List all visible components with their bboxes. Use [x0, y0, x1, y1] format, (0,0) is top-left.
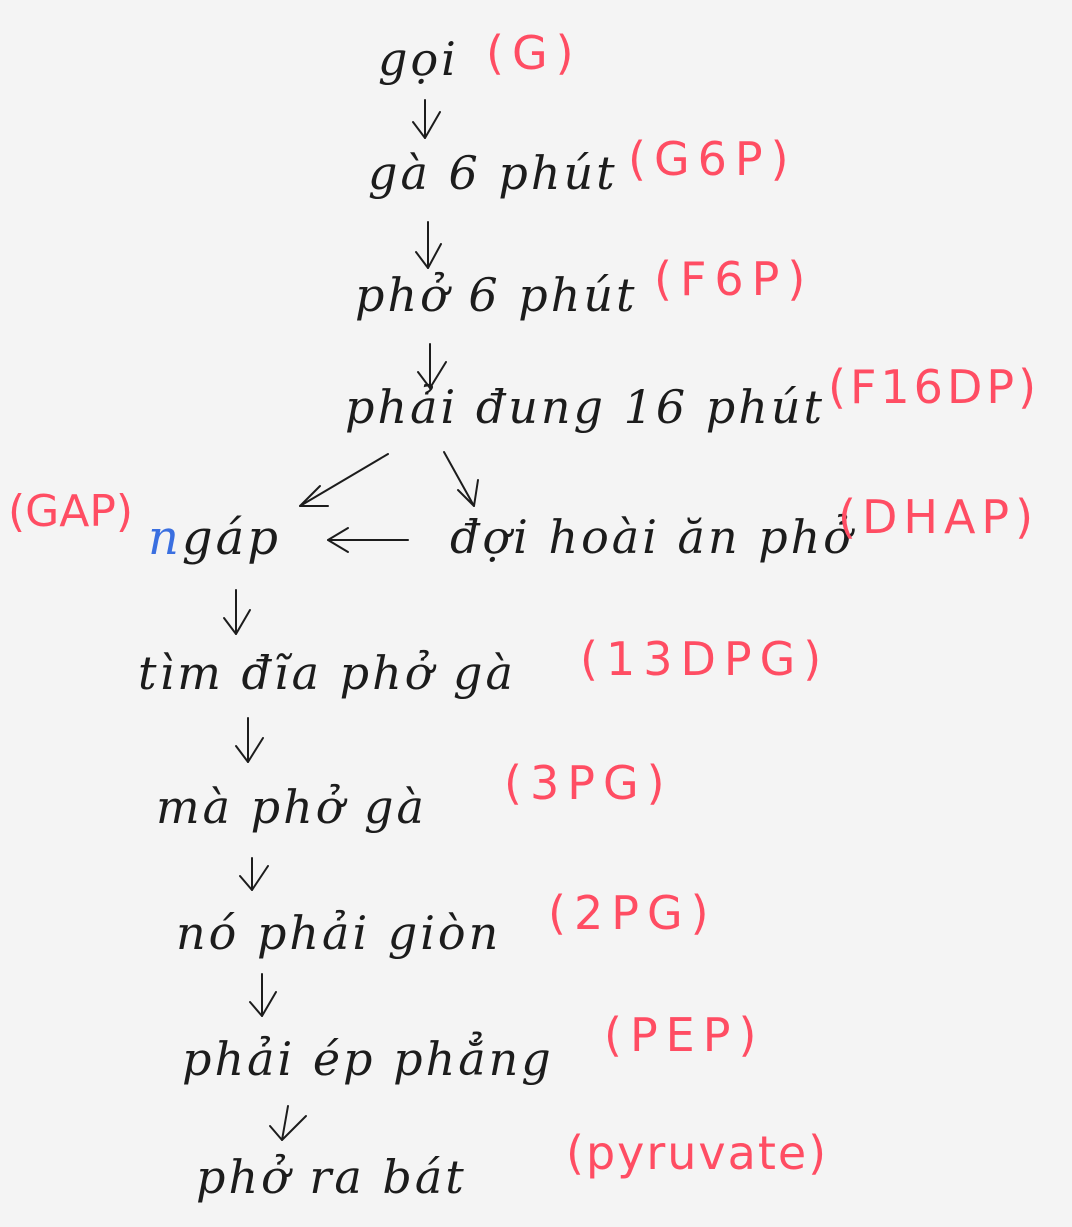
step-3pg-label: (3PG)	[504, 756, 673, 810]
step-dhap-label: (DHAP)	[838, 490, 1040, 544]
arrow-pep-to-pyruvate	[269, 1105, 307, 1141]
glycolysis-mnemonic-diagram: gọi (G) gà 6 phút (G6P) phở 6 phút (F6P)…	[0, 0, 1072, 1227]
step-g6p-text: gà 6 phút	[368, 146, 618, 200]
step-pep-label: (PEP)	[604, 1008, 765, 1062]
step-pyruvate-text: phở ra bát	[196, 1150, 467, 1204]
step-13dpg-text: tìm đĩa phở gà	[138, 646, 516, 700]
step-f6p-label: (F6P)	[654, 252, 814, 306]
step-13dpg-label: (13DPG)	[580, 632, 830, 686]
gap-text-rest: gáp	[181, 510, 281, 566]
step-f16dp-label: (F16DP)	[828, 360, 1041, 414]
step-f16dp-text: phải đung 16 phút	[345, 380, 825, 434]
step-pyruvate-label: (pyruvate)	[566, 1126, 829, 1180]
step-g6p-label: (G6P)	[628, 132, 797, 186]
gap-text: ngáp	[148, 514, 281, 562]
step-f6p-text: phở 6 phút	[355, 268, 638, 322]
step-3pg-text: mà phở gà	[156, 780, 427, 834]
arrow-2pg-to-pep	[249, 973, 277, 1017]
gap-label: (GAP)	[8, 486, 134, 537]
arrow-g-to-g6p	[412, 99, 441, 139]
step-2pg-text: nó phải giòn	[176, 906, 502, 960]
step-dhap-text: đợi hoài ăn phở	[450, 510, 854, 564]
arrow-gap-to-13dpg	[223, 589, 251, 635]
step-pep-text: phải ép phẳng	[182, 1032, 554, 1086]
step-g-label: (G)	[486, 26, 582, 80]
step-g-text: gọi	[378, 32, 459, 86]
arrow-f16dp-to-dhap	[443, 451, 479, 507]
arrow-dhap-to-gap	[327, 527, 409, 553]
arrow-3pg-to-2pg	[239, 857, 269, 891]
arrow-13dpg-to-3pg	[235, 717, 264, 763]
arrow-g6p-to-f6p	[415, 221, 442, 269]
gap-text-initial: n	[148, 510, 182, 566]
arrow-f16dp-to-gap	[299, 453, 389, 507]
step-2pg-label: (2PG)	[548, 886, 717, 940]
